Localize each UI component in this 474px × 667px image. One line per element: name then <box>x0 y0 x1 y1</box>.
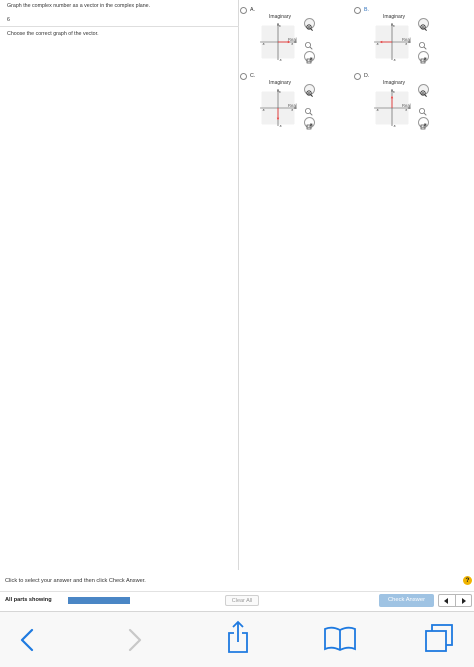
complex-plane-graph: 8-8-8 8 <box>374 89 411 128</box>
tick-label: -8 <box>262 108 265 112</box>
complex-plane-graph: 8-8-8 8 <box>260 89 297 128</box>
enlarge-graph-button[interactable] <box>418 51 429 64</box>
question-pager <box>438 594 472 607</box>
tick-label: -8 <box>262 42 265 46</box>
check-answer-button[interactable]: Check Answer <box>379 594 434 607</box>
option-b-radio[interactable] <box>354 6 361 14</box>
zoom-out-button[interactable] <box>304 103 313 116</box>
previous-question-button[interactable] <box>439 595 455 606</box>
external-link-icon <box>420 57 427 64</box>
zoom-in-icon <box>420 24 427 31</box>
complex-plane-graph: 8-8-8 8 <box>260 23 297 62</box>
tick-label: -8 <box>279 124 282 128</box>
vector-arrowhead <box>380 40 383 44</box>
triangle-left-icon <box>444 597 449 604</box>
vector-arrowhead <box>390 96 394 99</box>
book-icon[interactable] <box>323 626 357 652</box>
zoom-in-icon <box>420 90 427 97</box>
option-a-radio[interactable] <box>240 6 247 14</box>
enlarge-graph-button[interactable] <box>304 117 315 130</box>
zoom-in-icon <box>306 24 313 31</box>
parts-label: All parts showing <box>5 597 52 603</box>
tick-label: -8 <box>376 42 379 46</box>
option-a[interactable]: A. Imaginary Real 8 -8 -8 8 <box>240 5 320 71</box>
question-prompt: Graph the complex number as a vector in … <box>7 3 151 9</box>
option-b[interactable]: B. Imaginary Real 8 -8 -8 8 <box>354 5 434 71</box>
option-d-header: D. <box>354 71 369 81</box>
tabs-icon[interactable] <box>424 623 454 653</box>
progress-fill <box>68 597 130 604</box>
option-c-radio[interactable] <box>240 72 247 80</box>
tick-label: -8 <box>279 58 282 62</box>
zoom-out-icon <box>305 42 313 50</box>
triangle-right-icon <box>461 597 466 604</box>
vector-arrowhead <box>276 117 280 120</box>
zoom-in-button[interactable] <box>304 18 315 31</box>
divider <box>0 26 239 27</box>
option-d-letter: D. <box>364 73 370 79</box>
instruction: Choose the correct graph of the vector. <box>7 31 99 37</box>
zoom-out-icon <box>419 108 427 116</box>
option-c-letter: C. <box>250 73 256 79</box>
option-c-header: C. <box>240 71 255 81</box>
option-b-header: B. <box>354 5 369 15</box>
external-link-icon <box>306 57 313 64</box>
zoom-out-button[interactable] <box>418 37 427 50</box>
zoom-out-button[interactable] <box>418 103 427 116</box>
share-icon[interactable] <box>226 620 250 654</box>
status-text: Click to select your answer and then cli… <box>5 578 146 584</box>
chevron-right-icon[interactable] <box>128 628 142 652</box>
tick-label: -8 <box>393 58 396 62</box>
option-b-letter: B. <box>364 7 370 13</box>
enlarge-graph-button[interactable] <box>304 51 315 64</box>
option-d[interactable]: D. Imaginary Real 8 -8 -8 8 <box>354 71 434 137</box>
divider <box>0 591 474 592</box>
tick-label: -8 <box>393 124 396 128</box>
vector-arrowhead <box>287 40 290 44</box>
axis-arrow <box>294 107 297 109</box>
zoom-in-icon <box>306 90 313 97</box>
zoom-out-icon <box>419 42 427 50</box>
next-question-button[interactable] <box>454 595 472 606</box>
tick-label: -8 <box>376 108 379 112</box>
chevron-left-icon[interactable] <box>20 628 34 652</box>
zoom-out-button[interactable] <box>304 37 313 50</box>
option-c[interactable]: C. Imaginary Real 8 -8 -8 8 <box>240 71 320 137</box>
clear-all-button[interactable]: Clear All <box>225 595 259 606</box>
help-button[interactable]: ? <box>463 576 472 585</box>
external-link-icon <box>420 123 427 130</box>
option-a-header: A. <box>240 5 255 15</box>
progress-bar <box>68 597 130 604</box>
complex-number: 6 <box>7 17 10 23</box>
axis-arrow <box>408 41 411 43</box>
browser-toolbar <box>0 611 474 667</box>
enlarge-graph-button[interactable] <box>418 117 429 130</box>
zoom-in-button[interactable] <box>418 84 429 97</box>
axis-arrow <box>294 41 297 43</box>
zoom-in-button[interactable] <box>304 84 315 97</box>
option-d-radio[interactable] <box>354 72 361 80</box>
question-pane: Graph the complex number as a vector in … <box>0 0 239 570</box>
axis-arrow <box>408 107 411 109</box>
external-link-icon <box>306 123 313 130</box>
option-a-letter: A. <box>250 7 256 13</box>
zoom-out-icon <box>305 108 313 116</box>
zoom-in-button[interactable] <box>418 18 429 31</box>
complex-plane-graph: 8-8-8 8 <box>374 23 411 62</box>
